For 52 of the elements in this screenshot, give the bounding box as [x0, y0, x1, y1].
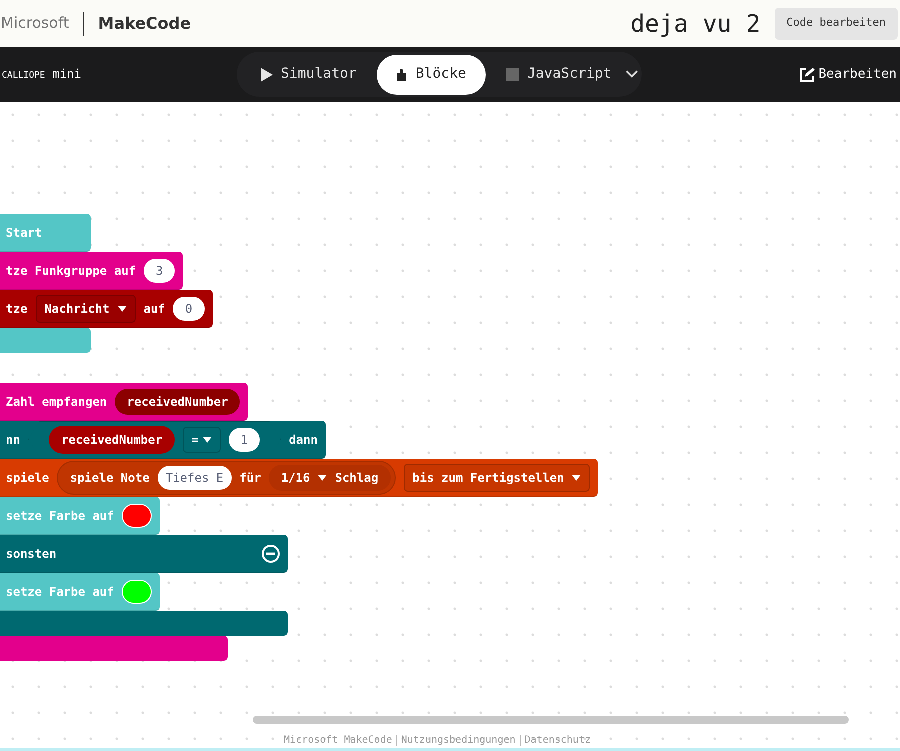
note-field[interactable]: Tiefes E [158, 466, 232, 490]
block-label: nn [6, 432, 20, 448]
editor-tab[interactable]: JavaScript [486, 54, 632, 94]
number-field[interactable]: 3 [144, 258, 176, 282]
code-block[interactable]: tze Nachricht auf 0 [0, 290, 213, 328]
block-label: dann [289, 432, 318, 448]
operator-dropdown[interactable]: = [182, 426, 221, 452]
chevron-down-icon[interactable] [626, 70, 638, 79]
remove-icon[interactable] [262, 544, 280, 562]
play-icon [261, 68, 273, 82]
code-block[interactable]: sonsten [0, 535, 288, 573]
note-block[interactable]: spiele Note Tiefes E für 1/16 Schlag [57, 460, 396, 494]
comparison-block[interactable]: receivedNumber = 1 [28, 420, 282, 458]
block-label: Zahl empfangen [6, 394, 108, 410]
beat-dropdown[interactable]: 1/16 Schlag [269, 464, 391, 490]
variable-pill[interactable]: receivedNumber [49, 426, 175, 454]
block-label: spiele Note [70, 470, 150, 486]
edit-code-button[interactable]: Code bearbeiten [774, 8, 898, 40]
block-label: Start [6, 224, 42, 242]
block-label: tze [6, 300, 28, 318]
block-label: sonsten [6, 546, 57, 562]
editor-tab[interactable]: Blöcke [376, 54, 486, 94]
variable-pill[interactable]: receivedNumber [115, 388, 240, 414]
puzzle-icon [396, 68, 408, 80]
device-name: CALLIOPE mini [2, 66, 82, 84]
caret-icon [202, 436, 212, 442]
code-block[interactable]: tze Funkgruppe auf 3 [0, 252, 184, 290]
block-label: setze Farbe auf [6, 584, 114, 600]
color-swatch[interactable] [122, 504, 152, 528]
number-field[interactable]: 1 [228, 428, 260, 452]
block-label: spiele [6, 470, 50, 486]
dropdown-field[interactable]: Nachricht [36, 294, 136, 322]
caret-icon [118, 306, 127, 312]
brand-name: Microsoft [1, 13, 70, 34]
block-label: auf [144, 300, 166, 318]
code-block[interactable]: Zahl empfangen receivedNumber [0, 383, 248, 421]
code-block[interactable]: spiele spiele Note Tiefes E für 1/16 Schlag bis zum Fertigstellen [0, 459, 598, 497]
block-label: setze Farbe auf [6, 508, 114, 524]
editor-tab[interactable]: Simulator [241, 54, 377, 94]
caret-icon [572, 474, 582, 480]
edit-button[interactable]: Bearbeiten [798, 64, 897, 84]
edit-icon [798, 66, 815, 82]
project-title: deja vu 2 [630, 8, 761, 40]
dropdown-field[interactable]: bis zum Fertigstellen [404, 464, 590, 492]
code-block[interactable]: nn receivedNumber = 1 dann [0, 421, 326, 459]
block-label: tze Funkgruppe auf [6, 262, 136, 280]
number-field[interactable]: 0 [173, 296, 205, 320]
color-swatch[interactable] [122, 580, 152, 604]
caret-icon [318, 474, 328, 480]
block-label: für [240, 470, 262, 486]
horizontal-scrollbar[interactable] [253, 716, 849, 724]
product-name: MakeCode [98, 12, 192, 34]
